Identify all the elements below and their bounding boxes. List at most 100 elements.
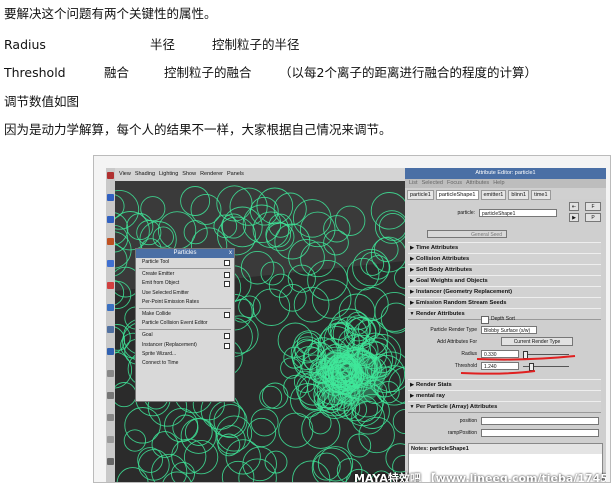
option-box-icon[interactable]: [224, 260, 230, 266]
particles-menu-item[interactable]: Particle Collision Event Editor: [136, 319, 234, 328]
maya-window: View Shading Lighting Show Renderer Panels Pa…: [106, 168, 606, 482]
particles-menu-item[interactable]: Per-Point Emission Rates: [136, 298, 234, 307]
particle-blob: [123, 429, 147, 452]
particles-menu-item[interactable]: Particle Tool: [136, 258, 234, 267]
expand-down-icon: ▼: [409, 404, 415, 410]
radius-name: Radius: [4, 37, 46, 52]
attribute-editor: Attribute Editor: particle1 List Selected…: [405, 168, 606, 482]
particle-blob: [278, 412, 314, 448]
viewport-menu-item[interactable]: Renderer: [200, 171, 223, 177]
particle-blob: [151, 431, 179, 458]
dynamics-note: 因为是动力学解算，每个人的结果不一样，大家根据自己情况来调节。: [4, 122, 392, 137]
tool-icon[interactable]: [107, 172, 114, 179]
particles-menu-item[interactable]: Connect to Time: [136, 359, 234, 368]
tool-icon[interactable]: [107, 370, 114, 377]
menu-item-label: Use Selected Emitter: [142, 289, 189, 296]
particles-menu-item[interactable]: Create Emitter: [136, 270, 234, 279]
particles-menu-item[interactable]: Emit from Object: [136, 279, 234, 288]
intro-text: 要解决这个问题有两个关键性的属性。: [4, 6, 217, 21]
threshold-name: Threshold: [4, 65, 66, 80]
particles-menu-items: Particle Tool Create Emitter Emit from Obj…: [136, 258, 234, 368]
menu-divider: [139, 268, 231, 270]
tool-icon[interactable]: [107, 392, 114, 399]
particles-menu-window: Particles x Particle Tool Create Emitter E…: [135, 248, 235, 402]
close-icon[interactable]: x: [229, 249, 232, 258]
menu-item-label: Make Collide: [142, 310, 171, 317]
option-box-icon[interactable]: [224, 281, 230, 288]
viewport-menu-item[interactable]: Panels: [227, 171, 244, 177]
particles-menu-item[interactable]: Goal: [136, 331, 234, 340]
tool-icon[interactable]: [107, 414, 114, 421]
menu-item-label: Emit from Object: [142, 280, 180, 287]
menu-item-label: Create Emitter: [142, 271, 175, 278]
viewport-menu-item[interactable]: Shading: [135, 171, 155, 177]
particle-cluster-glow: [315, 346, 385, 406]
viewport-menu-item[interactable]: Lighting: [159, 171, 178, 177]
option-box-icon[interactable]: [224, 342, 230, 349]
menu-item-label: Goal: [142, 332, 153, 339]
option-box-icon[interactable]: [224, 272, 230, 279]
radius-cn: 半径: [150, 37, 176, 52]
tool-icon[interactable]: [107, 282, 114, 289]
tool-icon[interactable]: [107, 238, 114, 245]
attr-section-header[interactable]: ▼ Per Particle (Array) Attributes: [408, 401, 601, 413]
viewport-menu-bar: View Shading Lighting Show Renderer Panels: [115, 168, 405, 181]
threshold-note: （以每2个离子的距离进行融合的程度的计算）: [279, 65, 537, 80]
particles-menu-item[interactable]: Use Selected Emitter: [136, 289, 234, 298]
particles-window-title: Particles x: [136, 249, 234, 258]
menu-item-label: Per-Point Emission Rates: [142, 298, 199, 305]
section-label: Per Particle (Array) Attributes: [416, 404, 498, 410]
particles-menu-item[interactable]: Instancer (Replacement): [136, 341, 234, 350]
radius-desc: 控制粒子的半径: [212, 37, 300, 52]
tool-icon[interactable]: [107, 260, 114, 267]
particle-blob: [252, 288, 291, 326]
position-label: position: [459, 418, 477, 424]
tool-icon[interactable]: [107, 348, 114, 355]
option-box-icon[interactable]: [224, 311, 230, 318]
menu-divider: [139, 307, 231, 309]
particles-menu-item[interactable]: Sprite Wizard...: [136, 350, 234, 359]
menu-divider: [139, 329, 231, 331]
viewport-menu-item[interactable]: Show: [182, 171, 196, 177]
particle-blob: [259, 385, 283, 409]
particle-blob: [216, 415, 253, 452]
tool-icon[interactable]: [107, 436, 114, 443]
maya-screenshot: View Shading Lighting Show Renderer Panels Pa…: [93, 155, 611, 483]
particle-blob: [292, 460, 331, 482]
threshold-cn: 融合: [104, 65, 130, 80]
menu-item-label: Connect to Time: [142, 359, 179, 366]
particle-blob: [137, 447, 163, 473]
tool-icon[interactable]: [107, 304, 114, 311]
particle-blob: [280, 357, 302, 379]
toolbox: [106, 168, 115, 482]
option-box-icon[interactable]: [224, 333, 230, 340]
tool-icon[interactable]: [107, 458, 114, 465]
radius-row: Radius 半径 控制粒子的半径: [4, 37, 604, 53]
particle-blob: [268, 273, 293, 298]
particle-blob: [250, 408, 279, 437]
tool-icon[interactable]: [107, 326, 114, 333]
section-label: Render Stats: [416, 382, 452, 388]
particle-blob: [116, 467, 149, 482]
position-field[interactable]: [481, 417, 599, 425]
particle-blob: [115, 382, 137, 408]
tool-icon[interactable]: [107, 216, 114, 223]
expand-right-icon: ▶: [410, 382, 414, 388]
particles-menu-item[interactable]: Make Collide: [136, 310, 234, 319]
particle-blob: [184, 418, 213, 446]
adjust-text: 调节数值如图: [4, 94, 80, 109]
particle-blob: [124, 407, 161, 444]
threshold-desc: 控制粒子的融合: [164, 65, 252, 80]
menu-item-label: Particle Collision Event Editor: [142, 320, 208, 327]
viewport-menu-item[interactable]: View: [119, 171, 131, 177]
particle-blob: [392, 408, 405, 435]
particle-blob: [354, 286, 389, 321]
tool-icon[interactable]: [107, 194, 114, 201]
menu-item-label: Particle Tool: [142, 259, 170, 265]
section-label: mental ray: [416, 393, 445, 399]
menu-item-label: Instancer (Replacement): [142, 341, 197, 348]
menu-item-label: Sprite Wizard...: [142, 350, 177, 357]
ramp-position-field[interactable]: [481, 429, 599, 437]
ramp-position-label: rampPosition: [447, 430, 477, 436]
particle-blob: [138, 449, 170, 481]
